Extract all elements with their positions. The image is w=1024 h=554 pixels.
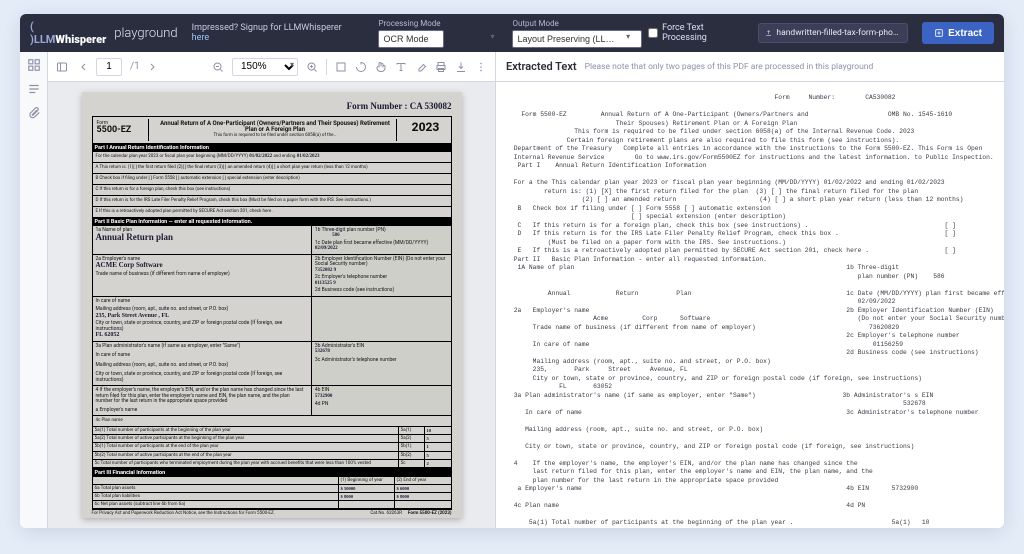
- force-text-label: Force Text Processing: [662, 23, 744, 43]
- pdf-viewport[interactable]: Form Number : CA 530082 Form5500-EZ Annu…: [48, 82, 495, 528]
- uploaded-file-pill[interactable]: handwritten-filled-tax-form-photograph (…: [758, 23, 908, 43]
- extracted-body[interactable]: Form Number: CA530082 Form 5500-EZ Annua…: [496, 82, 1004, 528]
- force-text-input[interactable]: [648, 28, 658, 38]
- thumbnails-icon[interactable]: [27, 58, 41, 72]
- plan-number: 586: [315, 233, 357, 239]
- pdf-page: Form Number : CA 530082 Form5500-EZ Annu…: [82, 92, 462, 518]
- next-page-icon[interactable]: [148, 61, 160, 73]
- upload-icon: [765, 28, 772, 38]
- prev-page-icon[interactable]: [76, 61, 88, 73]
- handwritten-form-number: Form Number : CA 530082: [92, 102, 452, 112]
- product-name: playground: [114, 26, 177, 41]
- hand-tool-icon[interactable]: [375, 61, 387, 73]
- form-code: 5500-EZ: [97, 126, 146, 136]
- processing-mode-select[interactable]: OCR Mode: [378, 30, 444, 48]
- pdf-pane: /1 150% Form Number : CA 530082: [48, 52, 496, 528]
- brand: ( )LLMWhisperer playground: [30, 20, 178, 46]
- print-icon[interactable]: [435, 61, 447, 73]
- extract-label: Extract: [948, 28, 982, 39]
- app-frame: ( )LLMWhisperer playground Impressed? Si…: [20, 14, 1004, 528]
- output-mode-group: Output Mode Layout Preserving (LL…: [512, 19, 634, 48]
- output-mode-select[interactable]: Layout Preserving (LL…: [512, 30, 642, 48]
- zoom-out-icon[interactable]: [212, 61, 224, 73]
- rotate-icon[interactable]: [355, 61, 367, 73]
- top-bar: ( )LLMWhisperer playground Impressed? Si…: [20, 14, 1004, 52]
- force-text-checkbox[interactable]: Force Text Processing: [648, 23, 744, 43]
- calendar-year-row: For the calendar plan year 2023 or fisca…: [92, 152, 452, 163]
- extract-button[interactable]: Extract: [922, 22, 994, 44]
- processing-mode-group: Processing Mode OCR Mode: [378, 19, 498, 48]
- form-header: Form5500-EZ Annual Return of A One-Parti…: [92, 116, 452, 144]
- extracted-header: Extracted Text Please note that only two…: [496, 52, 1004, 82]
- tagline: Impressed? Signup for LLMWhisperer here: [192, 23, 351, 43]
- tagline-text: Impressed? Signup for LLMWhisperer: [192, 23, 342, 33]
- extract-icon: [934, 28, 944, 38]
- download-icon[interactable]: [455, 61, 467, 73]
- zoom-in-icon[interactable]: [306, 61, 318, 73]
- output-mode-label: Output Mode: [512, 19, 634, 28]
- annotate-icon[interactable]: [415, 61, 427, 73]
- zoom-select[interactable]: 150%: [232, 58, 298, 76]
- part3-bar: Part III Financial Information: [92, 469, 452, 477]
- form-year: 2023: [405, 121, 447, 134]
- fit-page-icon[interactable]: [335, 61, 347, 73]
- plan-name: Annual Return plan: [96, 233, 308, 243]
- outline-icon[interactable]: [27, 82, 41, 96]
- signup-link[interactable]: here: [192, 33, 209, 43]
- extracted-text-pane: Extracted Text Please note that only two…: [496, 52, 1004, 528]
- extracted-pre: Form Number: CA530082 Form 5500-EZ Annua…: [510, 94, 990, 528]
- left-rail: [20, 52, 48, 528]
- brand-logo: ( )LLMWhisperer: [30, 20, 106, 46]
- part1-bar: Part I Annual Return Identification Info…: [92, 144, 452, 152]
- part2-bar: Part II Basic Plan Information — enter a…: [92, 218, 452, 226]
- financial-table: (1) Beginning of year(2) End of year 6a …: [92, 477, 452, 510]
- more-icon[interactable]: [475, 61, 487, 73]
- text-select-icon[interactable]: [395, 61, 407, 73]
- processing-mode-label: Processing Mode: [378, 19, 498, 28]
- extracted-title: Extracted Text: [506, 60, 577, 73]
- participants-table: 5a(1) Total number of participants at th…: [92, 427, 452, 468]
- file-name: handwritten-filled-tax-form-photograph (…: [776, 28, 901, 38]
- attachments-icon[interactable]: [27, 106, 41, 120]
- pdf-toolbar: /1 150%: [48, 52, 495, 82]
- page-total: /1: [130, 61, 140, 72]
- employer-name: ACME Corp Software: [96, 262, 308, 270]
- extracted-note: Please note that only two pages of this …: [585, 62, 874, 72]
- sidebar-toggle-icon[interactable]: [56, 61, 68, 73]
- main-split: /1 150% Form Number : CA 530082: [20, 52, 1004, 528]
- page-input[interactable]: [96, 58, 122, 76]
